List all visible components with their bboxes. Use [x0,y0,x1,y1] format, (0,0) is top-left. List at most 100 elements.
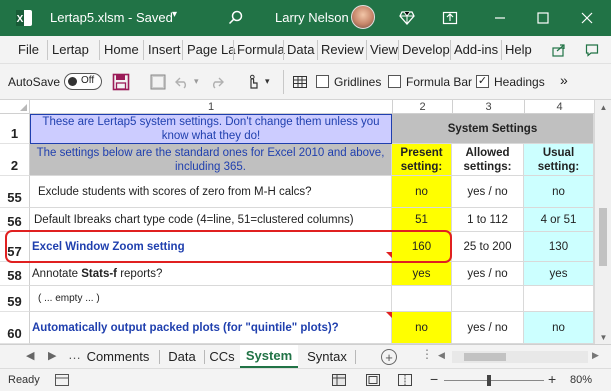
setting-label-cell[interactable]: ( ... empty ... ) [30,286,392,312]
ribbon-display-icon[interactable] [440,8,460,28]
present-value-cell[interactable] [392,286,452,312]
usual-value-cell[interactable]: no [524,176,594,208]
page-layout-icon[interactable] [366,374,380,389]
allowed-value-cell[interactable]: yes / no [452,262,524,286]
tab-ccs[interactable]: CCs [206,345,238,368]
setting-label-cell[interactable]: Annotate Stats-f reports? [30,262,392,286]
redo-icon[interactable] [207,72,227,92]
setting-label-cell[interactable]: Default Ibreaks chart type code (4=line,… [30,208,392,232]
zoom-slider-thumb[interactable] [487,375,491,386]
scroll-down-icon[interactable]: ▼ [595,330,611,344]
menu-view[interactable]: View [370,42,398,57]
usual-value-cell[interactable]: 130 [524,232,594,262]
chevron-down-icon[interactable]: ▾ [172,9,177,20]
menu-formulas[interactable]: Formula [237,42,285,57]
row-header-58[interactable]: 58 [0,262,30,286]
scroll-thumb[interactable] [599,208,607,266]
present-value-cell[interactable]: no [392,312,452,344]
table-icon[interactable] [290,72,310,92]
row-header-1[interactable]: 1 [0,114,30,144]
zoom-in-icon[interactable]: + [548,371,556,387]
file-title[interactable]: Lertap5.xlsm - Saved [50,10,173,25]
row-header-56[interactable]: 56 [0,208,30,232]
menu-developer[interactable]: Develop [402,42,450,57]
horizontal-scroll-thumb[interactable] [464,353,506,361]
zoom-slider[interactable] [444,380,544,381]
note-cell-line2[interactable]: The settings below are the standard ones… [30,144,392,176]
scroll-right-icon[interactable]: ▶ [592,350,599,361]
headings-label[interactable]: Headings [494,75,545,89]
gridlines-label[interactable]: Gridlines [334,75,381,89]
column-header-2[interactable]: 2 [392,100,452,114]
row-header-57[interactable]: 57 [0,232,30,262]
row-header-2[interactable]: 2 [0,144,30,176]
setting-label-cell[interactable]: Exclude students with scores of zero fro… [30,176,392,208]
menu-add-ins[interactable]: Add-ins [454,42,498,57]
present-value-cell[interactable]: no [392,176,452,208]
allowed-value-cell[interactable]: 25 to 200 [452,232,524,262]
touch-mode-icon[interactable] [243,72,263,92]
usual-value-cell[interactable] [524,286,594,312]
system-settings-header[interactable]: System Settings [392,114,594,144]
present-value-cell[interactable]: 51 [392,208,452,232]
column-header-3[interactable]: 3 [452,100,524,114]
menu-file[interactable]: File [18,42,39,57]
tab-splitter-icon[interactable]: ⋮ [421,347,433,361]
allowed-value-cell[interactable]: yes / no [452,176,524,208]
menu-data[interactable]: Data [287,42,314,57]
allowed-value-cell[interactable] [452,286,524,312]
vertical-scrollbar[interactable]: ▲ ▼ [594,100,611,344]
present-value-cell[interactable]: 160 [392,232,452,262]
scroll-up-icon[interactable]: ▲ [595,100,611,114]
menu-help[interactable]: Help [505,42,532,57]
more-commands[interactable]: » [560,72,568,88]
user-name[interactable]: Larry Nelson [275,10,349,25]
zoom-level[interactable]: 80% [570,374,592,386]
row-header-55[interactable]: 55 [0,176,30,208]
note-cell-line1[interactable]: These are Lertap5 system settings. Don't… [30,114,392,144]
chevron-down-icon[interactable]: ▾ [265,76,270,87]
close-button[interactable] [572,6,602,30]
present-setting-header[interactable]: Present setting: [392,144,452,176]
tab-comments[interactable]: Comments [82,345,154,368]
usual-value-cell[interactable]: yes [524,262,594,286]
next-sheet-icon[interactable]: ▶ [48,349,56,362]
more-sheets-icon[interactable]: … [68,347,81,362]
share-icon[interactable] [547,39,571,61]
zoom-out-icon[interactable]: − [430,371,438,387]
select-all-corner[interactable] [0,100,30,114]
normal-view-icon[interactable] [332,374,346,389]
tab-syntax[interactable]: Syntax [302,345,352,368]
avatar[interactable] [351,5,375,29]
usual-value-cell[interactable]: no [524,312,594,344]
usual-value-cell[interactable]: 4 or 51 [524,208,594,232]
add-sheet-icon[interactable]: + [381,349,397,365]
column-header-4[interactable]: 4 [524,100,594,114]
present-value-cell[interactable]: yes [392,262,452,286]
setting-label-cell[interactable]: Automatically output packed plots (for "… [30,312,392,344]
macro-icon[interactable] [148,72,168,92]
horizontal-scrollbar-track[interactable] [452,351,588,363]
menu-home[interactable]: Home [104,42,139,57]
prev-sheet-icon[interactable]: ◀ [26,349,34,362]
formula-bar-checkbox[interactable] [388,75,401,88]
row-header-59[interactable]: 59 [0,286,30,312]
column-header-1[interactable]: 1 [30,100,392,114]
chevron-down-icon[interactable]: ▾ [194,76,199,87]
formula-bar-label[interactable]: Formula Bar [406,75,472,89]
undo-icon[interactable] [172,72,192,92]
usual-setting-header[interactable]: Usual setting: [524,144,594,176]
diamond-icon[interactable] [397,8,417,28]
search-icon[interactable] [226,8,246,28]
row-header-60[interactable]: 60 [0,312,30,344]
setting-label-cell[interactable]: Excel Window Zoom setting [30,232,392,262]
comments-icon[interactable] [580,39,604,61]
autosave-toggle[interactable]: Off [64,73,102,90]
minimize-button[interactable] [485,6,515,30]
menu-review[interactable]: Review [321,42,364,57]
allowed-settings-header[interactable]: Allowed settings: [452,144,524,176]
tab-data[interactable]: Data [162,345,202,368]
headings-checkbox[interactable]: ✓ [476,75,489,88]
save-icon[interactable] [111,72,131,92]
menu-lertap[interactable]: Lertap [52,42,89,57]
